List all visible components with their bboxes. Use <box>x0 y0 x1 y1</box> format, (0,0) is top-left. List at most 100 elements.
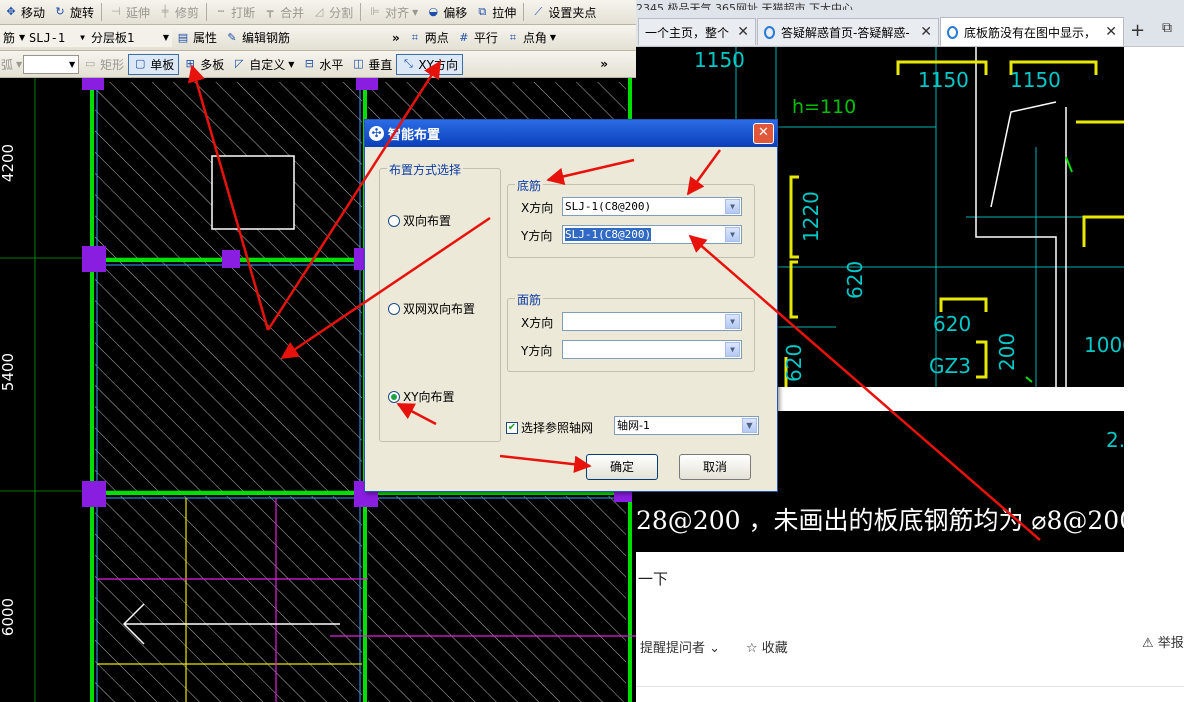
trim-button[interactable]: ╪ 修剪 <box>154 2 203 23</box>
property-button[interactable]: ▤ 属性 <box>172 27 221 48</box>
rotate-button[interactable]: ↻ 旋转 <box>49 2 98 23</box>
align-icon: ⊫ <box>370 5 380 18</box>
merge-icon: ┳ <box>266 5 274 18</box>
toolbar-separator <box>101 3 103 21</box>
chevron-down-icon: ▼ <box>69 59 76 69</box>
radio-xy-layout[interactable]: XY向布置 <box>388 388 455 405</box>
steel-name-select[interactable]: SLJ-1 ▼ <box>26 28 88 47</box>
slab-region[interactable] <box>95 496 362 702</box>
single-board-icon: ▢ <box>134 57 146 70</box>
favorite-button[interactable]: ☆ 收藏 <box>746 637 788 656</box>
bottom-y-select[interactable]: SLJ-1(C8@200) ▼ <box>562 225 742 244</box>
chevron-down-icon: ▼ <box>162 33 169 42</box>
rectangle-icon: ▭ <box>84 57 96 70</box>
close-icon[interactable]: ✕ <box>1097 24 1117 40</box>
split-button[interactable]: ◿ 分割 <box>308 2 357 23</box>
extend-icon: ⊣ <box>111 5 121 18</box>
top-x-label: X方向 <box>521 316 554 330</box>
xy-direction-button[interactable]: ⤡ XY方向 <box>396 53 463 75</box>
horizontal-button[interactable]: ⊟ 水平 <box>298 54 347 75</box>
new-tab-button[interactable]: + <box>1130 20 1145 41</box>
dimension-label: 5400 <box>0 352 17 392</box>
point-angle-button[interactable]: ⌗ 点角 ▼ <box>502 27 560 48</box>
browser-tab-active[interactable]: 底板筋没有在图中显示， ✕ <box>940 17 1124 46</box>
chevron-down-icon[interactable]: ▼ <box>725 314 740 329</box>
site-favicon-icon <box>764 25 775 39</box>
drawing-label: 1220 <box>799 191 823 242</box>
report-button[interactable]: ⚠ 举报 <box>1142 632 1184 651</box>
custom-icon: ◸ <box>234 57 244 70</box>
radio-bidirectional[interactable]: 双向布置 <box>388 212 451 229</box>
chevron-down-icon: ▼ <box>549 33 556 42</box>
drawing-label: 1000 <box>1084 333 1124 357</box>
star-icon: ☆ <box>746 641 758 656</box>
layer-select[interactable]: 分层板1 ▼ <box>88 28 172 47</box>
chevron-down-icon[interactable]: ▼ <box>725 199 740 214</box>
bottom-x-label: X方向 <box>521 201 554 215</box>
arc-select[interactable]: 弧 ▼ <box>0 54 23 75</box>
parallel-button[interactable]: # 平行 <box>453 27 502 48</box>
shape-select[interactable]: ▼ <box>23 54 80 74</box>
stretch-button[interactable]: ⧉ 拉伸 <box>471 2 520 23</box>
break-button[interactable]: ┅ 打断 <box>210 2 259 23</box>
top-x-select[interactable]: ▼ <box>562 312 742 331</box>
close-button[interactable]: ✕ <box>753 123 774 144</box>
move-button[interactable]: ✥ 移动 <box>0 2 49 23</box>
category-select[interactable]: 筋 ▼ <box>0 28 26 47</box>
close-icon[interactable]: ✕ <box>729 24 749 40</box>
multi-board-button[interactable]: ⊞ 多板 <box>179 54 228 75</box>
tab-menu-button[interactable]: ⧉ <box>1162 20 1172 36</box>
rotate-icon: ↻ <box>55 5 65 18</box>
two-points-button[interactable]: ⌗ 两点 <box>404 27 453 48</box>
bookmarks-bar[interactable]: 2345 极品天气 365网址 天猫超市 下大中心 <box>636 0 1184 10</box>
edit-rebar-icon: ✎ <box>227 30 237 44</box>
cancel-button[interactable]: 取消 <box>679 454 751 480</box>
radio-double-net[interactable]: 双网双向布置 <box>388 300 475 317</box>
app-icon: ✣ <box>369 126 384 141</box>
set-grip-button[interactable]: ⟋ 设置夹点 <box>527 2 600 23</box>
xy-direction-icon: ⤡ <box>404 57 413 70</box>
close-icon[interactable]: ✕ <box>912 24 932 40</box>
drawing-label: 2. <box>1106 428 1124 452</box>
top-y-select[interactable]: ▼ <box>562 340 742 359</box>
drawing-label: 1150 <box>1010 68 1061 92</box>
ref-axis-select[interactable]: 轴网-1 ▼ <box>614 416 759 435</box>
chevron-down-icon[interactable]: ▼ <box>742 418 757 433</box>
toolbar-separator <box>360 3 362 21</box>
dialog-titlebar[interactable]: ✣ 智能布置 <box>365 120 777 147</box>
top-y-label: Y方向 <box>521 344 553 358</box>
edit-toolbar: ✥ 移动 ↻ 旋转 ⊣ 延伸 ╪ 修剪 ┅ 打断 ┳ 合并 ◿ 分割 ⊫ 对齐 ▼ ◒ 偏移 ⧉ 拉伸… <box>0 0 636 25</box>
browser-tab[interactable]: 答疑解惑首页-答疑解惑- ✕ <box>757 18 939 45</box>
remind-asker-button[interactable]: 提醒提问者 ⌄ <box>640 637 720 656</box>
edit-rebar-button[interactable]: ✎ 编辑钢筋 <box>221 27 294 48</box>
ref-axis-checkbox[interactable]: ✔ 选择参照轴网 <box>506 419 593 436</box>
slab-region[interactable] <box>368 496 626 702</box>
offset-button[interactable]: ◒ 偏移 <box>422 2 471 23</box>
radio-indicator <box>388 214 400 227</box>
bottom-x-select[interactable]: SLJ-1(C8@200) ▼ <box>562 197 742 216</box>
custom-button[interactable]: ◸ 自定义 ▼ <box>228 54 298 75</box>
divider <box>636 686 1184 687</box>
drawing-label: 620 <box>843 261 867 299</box>
drawing-label: h=110 <box>792 96 856 118</box>
green-labels: h=110 <box>792 96 856 118</box>
align-button[interactable]: ⊫ 对齐 ▼ <box>364 2 422 23</box>
single-board-button[interactable]: ▢ 单板 <box>128 53 180 75</box>
bottom-rebar-group-label: 底筋 <box>515 177 544 194</box>
slab-opening[interactable] <box>211 155 295 230</box>
slab-region[interactable] <box>95 262 362 491</box>
two-points-icon: ⌗ <box>411 30 418 44</box>
bottom-y-label: Y方向 <box>521 229 553 243</box>
ok-button[interactable]: 确定 <box>586 454 658 480</box>
rect-button[interactable]: ▭ 矩形 <box>79 54 128 75</box>
chevron-down-icon[interactable]: ▼ <box>725 227 740 242</box>
toolbar-overflow-button[interactable]: » <box>392 31 400 45</box>
radio-indicator-selected <box>388 390 400 403</box>
merge-button[interactable]: ┳ 合并 <box>259 2 308 23</box>
browser-tab[interactable]: 一个主页，整个 ✕ <box>638 18 756 45</box>
extend-button[interactable]: ⊣ 延伸 <box>105 2 154 23</box>
drawing-label: 1150 <box>694 48 745 72</box>
chevron-down-icon[interactable]: ▼ <box>725 342 740 357</box>
toolbar-overflow-button[interactable]: » <box>600 57 608 71</box>
vertical-button[interactable]: ◫ 垂直 <box>347 54 396 75</box>
